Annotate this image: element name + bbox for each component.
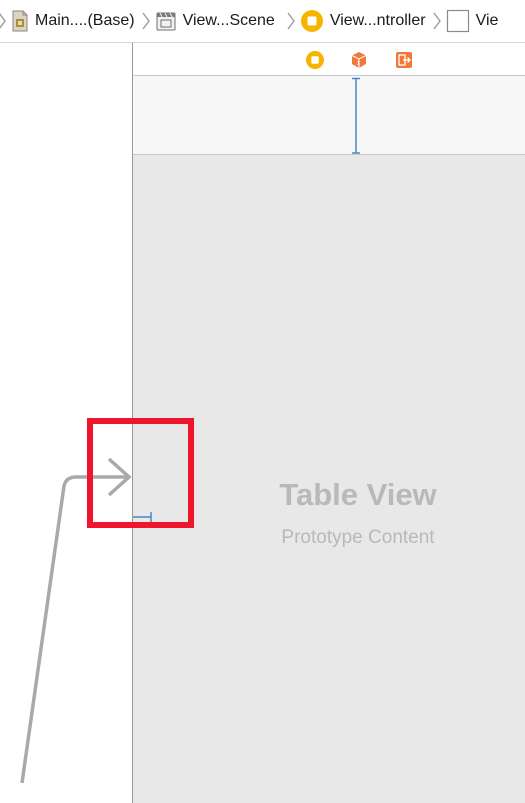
entry-point-overlay xyxy=(20,418,194,783)
highlight-box xyxy=(87,418,194,528)
